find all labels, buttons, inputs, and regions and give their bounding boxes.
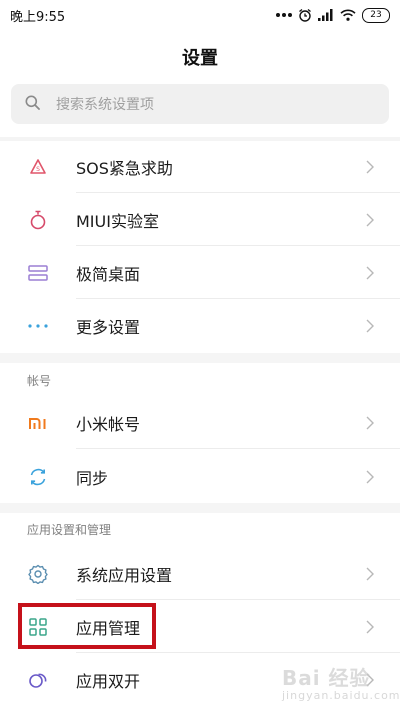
settings-item-label: 更多设置 bbox=[76, 318, 141, 337]
settings-item-label: 小米帐号 bbox=[76, 415, 141, 434]
search-icon bbox=[25, 95, 56, 114]
settings-item-simple-desktop[interactable]: 极简桌面 bbox=[0, 247, 400, 299]
chevron-right-icon bbox=[366, 266, 374, 280]
chevron-right-icon bbox=[366, 319, 374, 333]
more-notifications-icon bbox=[276, 12, 292, 18]
signal-icon bbox=[318, 9, 334, 21]
settings-item-miui-lab[interactable]: MIUI实验室 bbox=[0, 194, 400, 246]
sync-icon bbox=[26, 465, 50, 489]
settings-item-label: 极简桌面 bbox=[76, 265, 141, 284]
divider bbox=[76, 298, 400, 299]
divider bbox=[76, 599, 400, 600]
alarm-icon bbox=[298, 8, 312, 22]
settings-item-app-management[interactable]: 应用管理 bbox=[0, 601, 400, 653]
chevron-right-icon bbox=[366, 213, 374, 227]
battery-indicator: 23 bbox=[362, 7, 390, 23]
svg-text:S: S bbox=[36, 166, 40, 173]
app-grid-icon bbox=[26, 615, 50, 639]
gear-icon bbox=[26, 562, 50, 586]
settings-item-system-apps[interactable]: 系统应用设置 bbox=[0, 548, 400, 600]
chevron-right-icon bbox=[366, 416, 374, 430]
chevron-right-icon bbox=[366, 160, 374, 174]
status-icons: 23 bbox=[276, 7, 390, 23]
simple-desktop-icon bbox=[26, 261, 50, 285]
status-bar: 晚上9:55 23 bbox=[0, 0, 400, 30]
lab-flask-icon bbox=[26, 208, 50, 232]
settings-item-label: 系统应用设置 bbox=[76, 566, 173, 585]
clock: 晚上9:55 bbox=[10, 9, 66, 25]
chevron-right-icon bbox=[366, 620, 374, 634]
settings-item-label: 应用双开 bbox=[76, 672, 141, 691]
section-gap bbox=[0, 503, 400, 513]
search-input[interactable]: 搜索系统设置项 bbox=[11, 84, 389, 124]
watermark-text: Bai 经验 bbox=[282, 666, 371, 690]
dual-apps-icon bbox=[26, 668, 50, 692]
search-placeholder: 搜索系统设置项 bbox=[56, 97, 154, 113]
settings-item-mi-account[interactable]: 小米帐号 bbox=[0, 397, 400, 449]
settings-item-sos[interactable]: S SOS紧急求助 bbox=[0, 141, 400, 193]
divider bbox=[76, 192, 400, 193]
divider bbox=[76, 448, 400, 449]
chevron-right-icon bbox=[366, 567, 374, 581]
watermark-sub: jingyan.baidu.com bbox=[282, 689, 400, 702]
sos-icon: S bbox=[26, 155, 50, 179]
watermark: Bai 经验 jingyan.baidu.com bbox=[282, 662, 400, 702]
settings-item-label: MIUI实验室 bbox=[76, 212, 159, 231]
divider bbox=[76, 652, 400, 653]
settings-item-sync[interactable]: 同步 bbox=[0, 451, 400, 503]
more-dots-icon bbox=[26, 314, 50, 338]
settings-item-more-settings[interactable]: 更多设置 bbox=[0, 300, 400, 352]
chevron-right-icon bbox=[366, 470, 374, 484]
settings-item-label: 同步 bbox=[76, 469, 109, 488]
mi-logo-icon bbox=[26, 411, 50, 435]
settings-item-label: SOS紧急求助 bbox=[76, 159, 173, 178]
settings-item-label: 应用管理 bbox=[76, 619, 141, 638]
wifi-icon bbox=[340, 9, 356, 21]
section-gap bbox=[0, 353, 400, 363]
divider bbox=[76, 245, 400, 246]
page-title: 设置 bbox=[182, 48, 218, 69]
section-header-account: 帐号 bbox=[27, 374, 52, 388]
section-header-apps: 应用设置和管理 bbox=[27, 523, 112, 537]
